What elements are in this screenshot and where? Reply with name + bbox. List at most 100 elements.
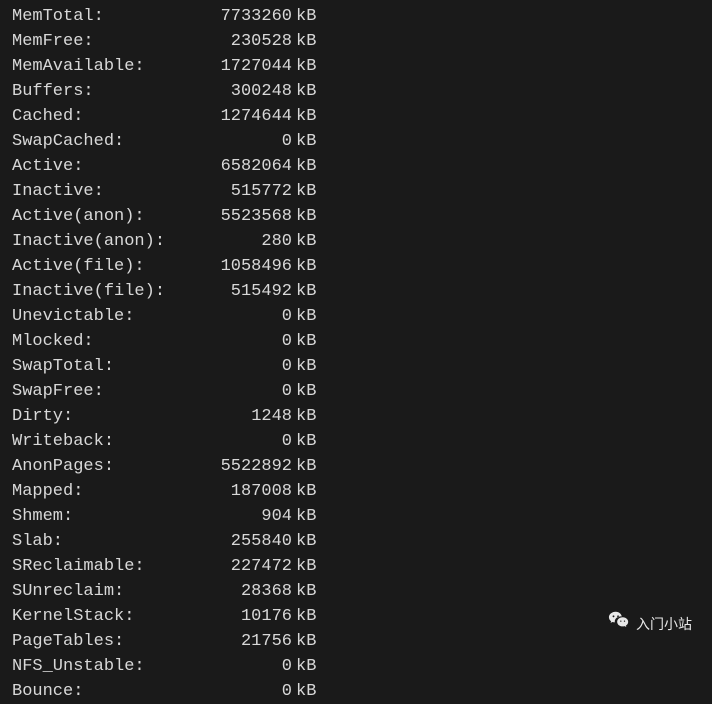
meminfo-value: 0 bbox=[202, 429, 292, 454]
meminfo-row: Writeback:0kB bbox=[12, 429, 700, 454]
meminfo-unit: kB bbox=[292, 154, 316, 179]
meminfo-unit: kB bbox=[292, 654, 316, 679]
meminfo-value: 0 bbox=[202, 354, 292, 379]
meminfo-value: 0 bbox=[202, 129, 292, 154]
meminfo-unit: kB bbox=[292, 129, 316, 154]
meminfo-row: Mapped:187008kB bbox=[12, 479, 700, 504]
meminfo-unit: kB bbox=[292, 529, 316, 554]
meminfo-unit: kB bbox=[292, 4, 316, 29]
meminfo-row: SReclaimable:227472kB bbox=[12, 554, 700, 579]
meminfo-label: Slab: bbox=[12, 529, 202, 554]
meminfo-row: MemAvailable:1727044kB bbox=[12, 54, 700, 79]
meminfo-row: SUnreclaim:28368kB bbox=[12, 579, 700, 604]
meminfo-label: Writeback: bbox=[12, 429, 202, 454]
meminfo-value: 1274644 bbox=[202, 104, 292, 129]
meminfo-label: PageTables: bbox=[12, 629, 202, 654]
meminfo-label: Active: bbox=[12, 154, 202, 179]
meminfo-label: SwapTotal: bbox=[12, 354, 202, 379]
meminfo-label: Unevictable: bbox=[12, 304, 202, 329]
wechat-icon bbox=[608, 609, 630, 639]
meminfo-unit: kB bbox=[292, 329, 316, 354]
meminfo-unit: kB bbox=[292, 504, 316, 529]
meminfo-label: SReclaimable: bbox=[12, 554, 202, 579]
meminfo-row: Bounce:0kB bbox=[12, 679, 700, 704]
meminfo-unit: kB bbox=[292, 454, 316, 479]
meminfo-value: 255840 bbox=[202, 529, 292, 554]
meminfo-label: MemTotal: bbox=[12, 4, 202, 29]
meminfo-unit: kB bbox=[292, 304, 316, 329]
meminfo-row: PageTables:21756kB bbox=[12, 629, 700, 654]
meminfo-row: Unevictable:0kB bbox=[12, 304, 700, 329]
meminfo-value: 280 bbox=[202, 229, 292, 254]
meminfo-label: SwapCached: bbox=[12, 129, 202, 154]
meminfo-unit: kB bbox=[292, 604, 316, 629]
meminfo-row: SwapTotal:0kB bbox=[12, 354, 700, 379]
meminfo-row: Slab:255840kB bbox=[12, 529, 700, 554]
meminfo-value: 0 bbox=[202, 379, 292, 404]
meminfo-value: 7733260 bbox=[202, 4, 292, 29]
meminfo-unit: kB bbox=[292, 104, 316, 129]
meminfo-value: 1727044 bbox=[202, 54, 292, 79]
meminfo-value: 0 bbox=[202, 304, 292, 329]
meminfo-value: 904 bbox=[202, 504, 292, 529]
meminfo-value: 5522892 bbox=[202, 454, 292, 479]
meminfo-unit: kB bbox=[292, 179, 316, 204]
meminfo-label: Shmem: bbox=[12, 504, 202, 529]
meminfo-row: Active(file):1058496kB bbox=[12, 254, 700, 279]
meminfo-label: SUnreclaim: bbox=[12, 579, 202, 604]
meminfo-value: 187008 bbox=[202, 479, 292, 504]
meminfo-row: NFS_Unstable:0kB bbox=[12, 654, 700, 679]
meminfo-row: Cached:1274644kB bbox=[12, 104, 700, 129]
meminfo-label: Cached: bbox=[12, 104, 202, 129]
meminfo-value: 515772 bbox=[202, 179, 292, 204]
meminfo-row: Active(anon):5523568kB bbox=[12, 204, 700, 229]
meminfo-row: Inactive:515772kB bbox=[12, 179, 700, 204]
meminfo-label: Mapped: bbox=[12, 479, 202, 504]
meminfo-row: Shmem:904kB bbox=[12, 504, 700, 529]
meminfo-unit: kB bbox=[292, 579, 316, 604]
meminfo-row: MemFree:230528kB bbox=[12, 29, 700, 54]
meminfo-value: 21756 bbox=[202, 629, 292, 654]
meminfo-label: Inactive(file): bbox=[12, 279, 202, 304]
meminfo-label: NFS_Unstable: bbox=[12, 654, 202, 679]
meminfo-row: Buffers:300248kB bbox=[12, 79, 700, 104]
meminfo-label: Mlocked: bbox=[12, 329, 202, 354]
meminfo-value: 230528 bbox=[202, 29, 292, 54]
meminfo-value: 227472 bbox=[202, 554, 292, 579]
meminfo-unit: kB bbox=[292, 29, 316, 54]
meminfo-row: AnonPages:5522892kB bbox=[12, 454, 700, 479]
meminfo-value: 300248 bbox=[202, 79, 292, 104]
meminfo-row: MemTotal:7733260kB bbox=[12, 4, 700, 29]
meminfo-label: Dirty: bbox=[12, 404, 202, 429]
meminfo-unit: kB bbox=[292, 279, 316, 304]
meminfo-output: MemTotal:7733260kBMemFree:230528kBMemAva… bbox=[12, 4, 700, 704]
meminfo-value: 1058496 bbox=[202, 254, 292, 279]
meminfo-value: 1248 bbox=[202, 404, 292, 429]
meminfo-label: Inactive: bbox=[12, 179, 202, 204]
meminfo-row: Dirty:1248kB bbox=[12, 404, 700, 429]
meminfo-unit: kB bbox=[292, 479, 316, 504]
meminfo-label: AnonPages: bbox=[12, 454, 202, 479]
meminfo-label: MemAvailable: bbox=[12, 54, 202, 79]
meminfo-row: KernelStack:10176kB bbox=[12, 604, 700, 629]
meminfo-unit: kB bbox=[292, 54, 316, 79]
meminfo-unit: kB bbox=[292, 79, 316, 104]
meminfo-label: SwapFree: bbox=[12, 379, 202, 404]
meminfo-unit: kB bbox=[292, 204, 316, 229]
meminfo-value: 0 bbox=[202, 329, 292, 354]
meminfo-row: SwapFree:0kB bbox=[12, 379, 700, 404]
watermark: 入门小站 bbox=[608, 609, 692, 639]
meminfo-label: Bounce: bbox=[12, 679, 202, 704]
meminfo-value: 6582064 bbox=[202, 154, 292, 179]
meminfo-label: MemFree: bbox=[12, 29, 202, 54]
meminfo-value: 5523568 bbox=[202, 204, 292, 229]
meminfo-value: 10176 bbox=[202, 604, 292, 629]
meminfo-row: Inactive(anon):280kB bbox=[12, 229, 700, 254]
meminfo-unit: kB bbox=[292, 254, 316, 279]
meminfo-row: SwapCached:0kB bbox=[12, 129, 700, 154]
meminfo-row: Mlocked:0kB bbox=[12, 329, 700, 354]
meminfo-unit: kB bbox=[292, 429, 316, 454]
meminfo-value: 0 bbox=[202, 654, 292, 679]
meminfo-unit: kB bbox=[292, 379, 316, 404]
meminfo-row: Inactive(file):515492kB bbox=[12, 279, 700, 304]
